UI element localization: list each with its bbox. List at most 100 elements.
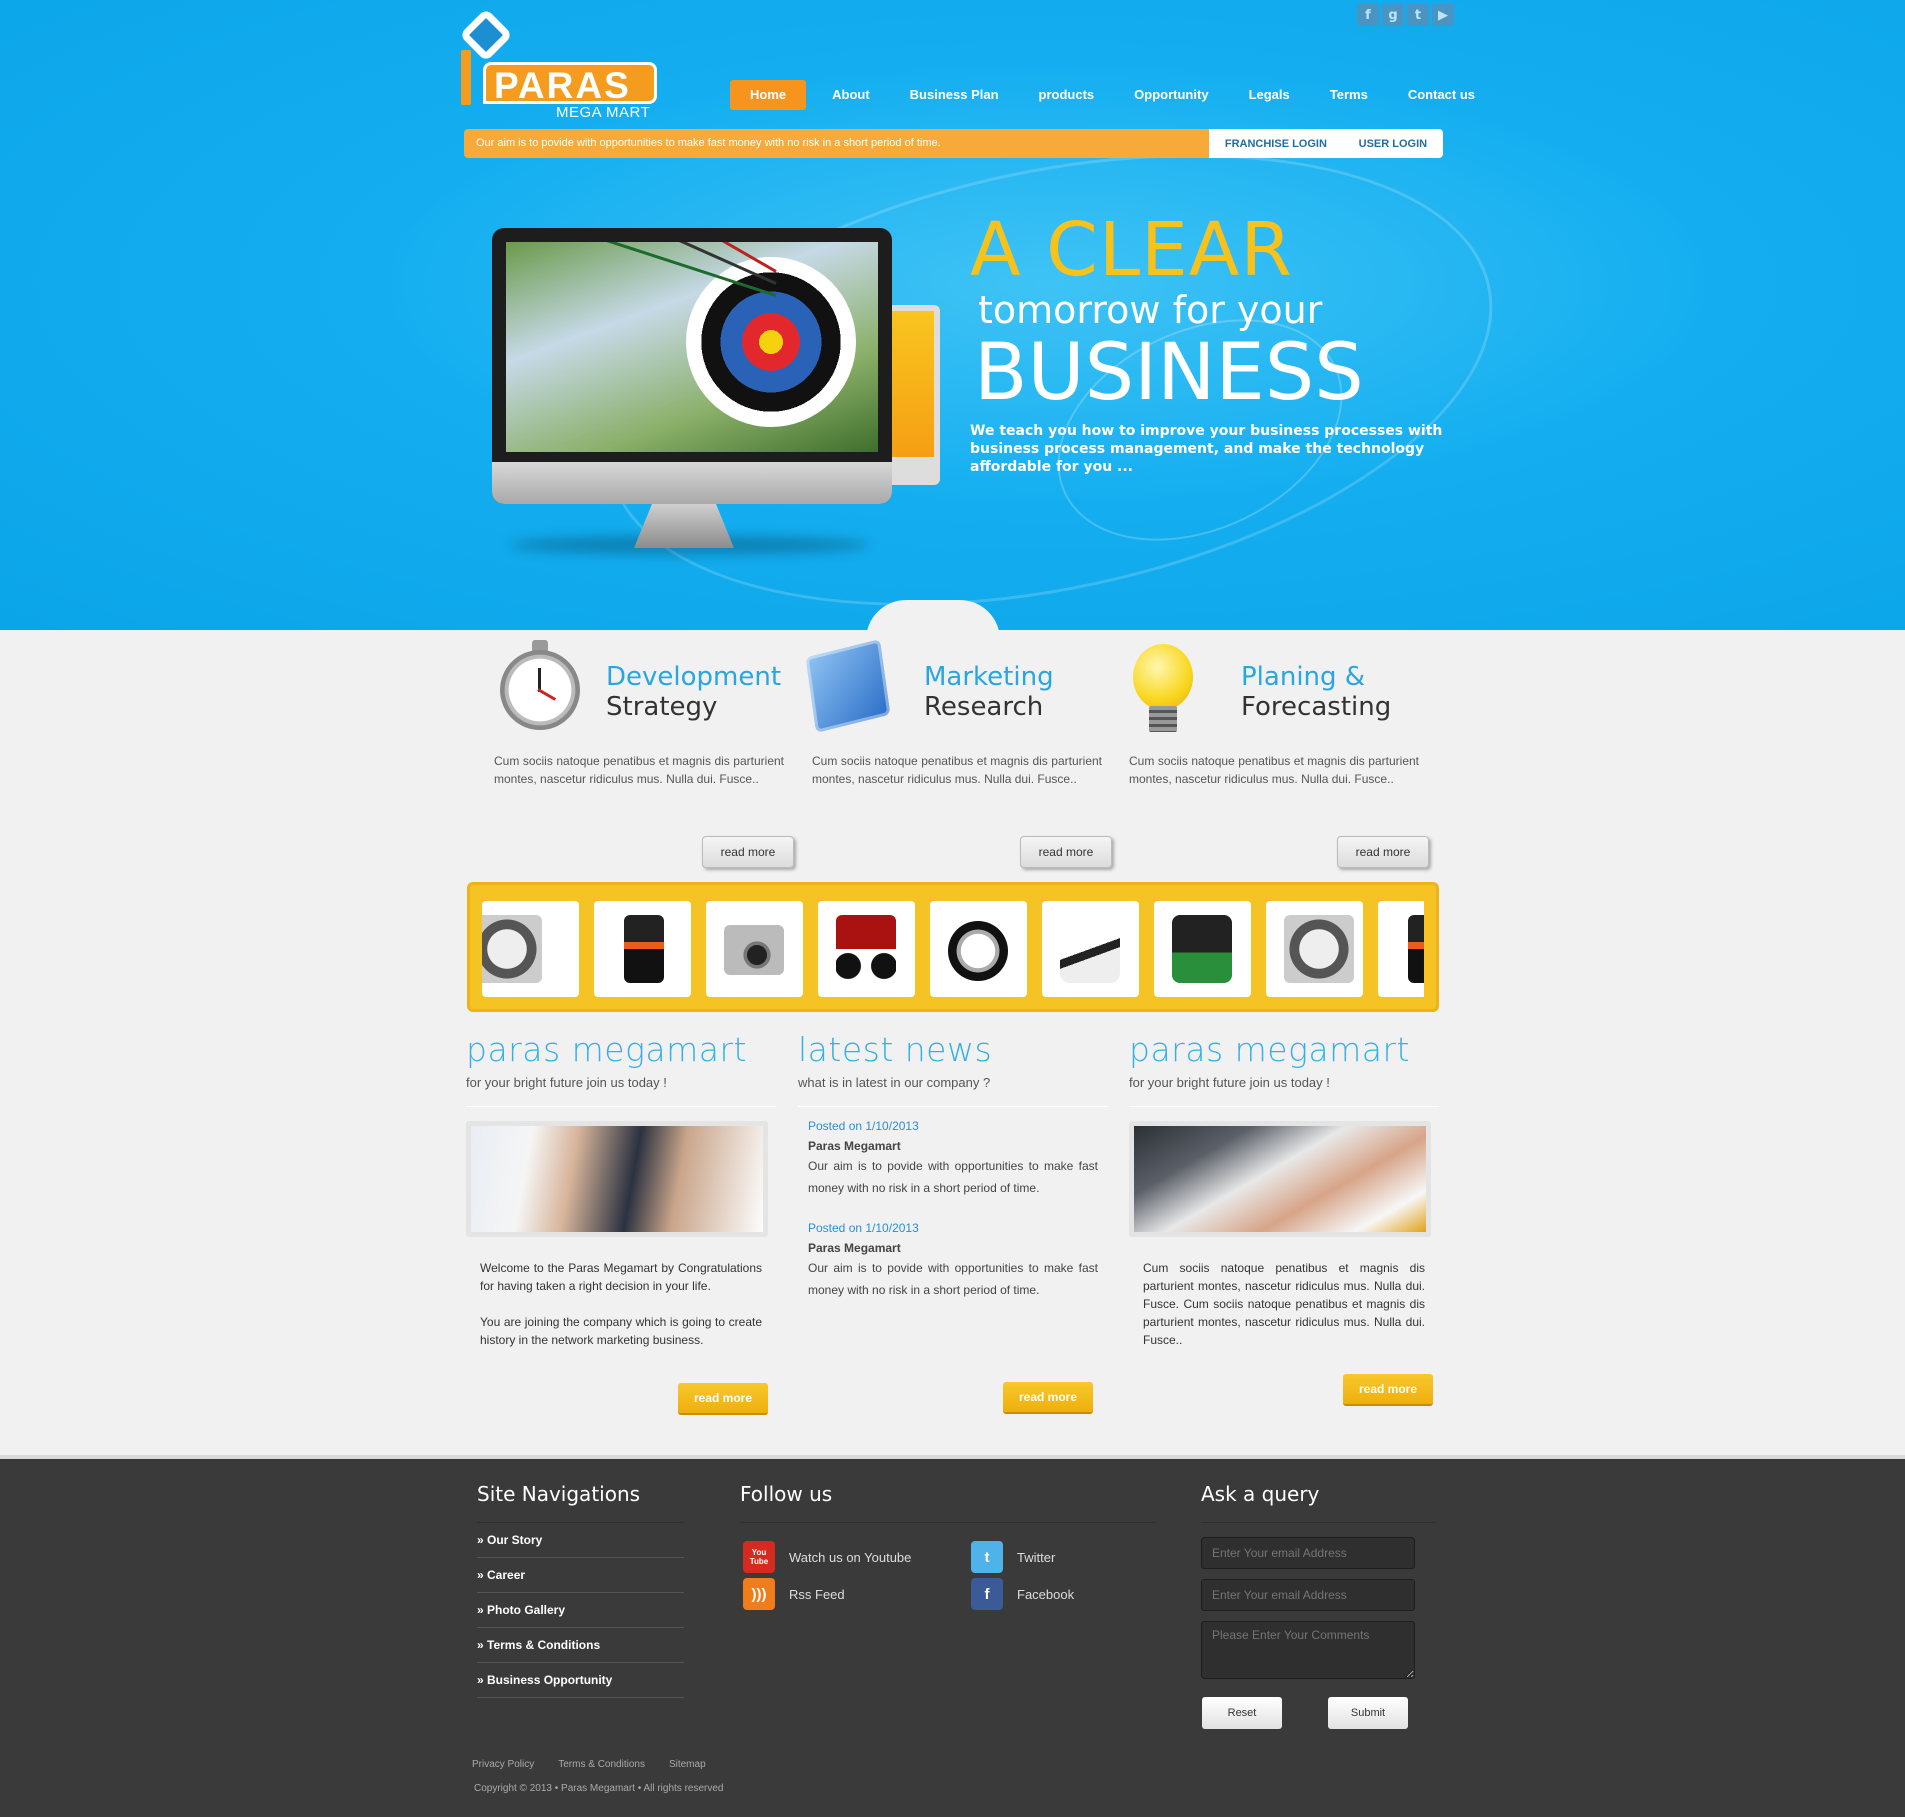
- feature-description: Cum sociis natoque penatibus et magnis d…: [812, 754, 1102, 786]
- news-list: Posted on 1/10/2013 Paras Megamart Our a…: [798, 1119, 1108, 1301]
- hero-line-2: tomorrow for your: [978, 288, 1323, 332]
- cube-icon: [798, 639, 891, 740]
- follow-label: Rss Feed: [789, 1586, 845, 1602]
- news-date[interactable]: Posted on 1/10/2013: [808, 1221, 1098, 1235]
- footer-nav-title: Site Navigations: [477, 1482, 641, 1506]
- read-more-button[interactable]: read more: [1337, 836, 1429, 868]
- footer-link-our-story[interactable]: » Our Story: [477, 1523, 684, 1558]
- footer-link-career[interactable]: » Career: [477, 1558, 684, 1593]
- target-image: [506, 242, 878, 452]
- stopwatch-icon: [480, 640, 580, 740]
- divider: [740, 1522, 1156, 1523]
- follow-facebook[interactable]: f Facebook: [971, 1578, 1074, 1610]
- google-icon[interactable]: g: [1382, 4, 1404, 26]
- logo[interactable]: PARAS MEGA MART: [459, 8, 661, 121]
- nav-opportunity[interactable]: Opportunity: [1114, 80, 1228, 110]
- user-login-link[interactable]: USER LOGIN: [1359, 138, 1427, 150]
- product-carousel: [467, 882, 1439, 1012]
- rss-icon: ))): [743, 1578, 775, 1610]
- feature-title: Marketing: [924, 662, 1054, 692]
- twitter-icon: t: [971, 1541, 1003, 1573]
- terms-link[interactable]: Terms & Conditions: [558, 1759, 645, 1770]
- roti-maker-icon[interactable]: [482, 901, 579, 997]
- feature-subtitle: Research: [924, 692, 1044, 722]
- news-author: Paras Megamart: [808, 1241, 901, 1255]
- lightbulb-icon: [1115, 640, 1207, 740]
- footer-link-photo-gallery[interactable]: » Photo Gallery: [477, 1593, 684, 1628]
- tumblr-icon[interactable]: t: [1407, 4, 1429, 26]
- follow-label: Twitter: [1017, 1549, 1056, 1565]
- read-more-button[interactable]: read more: [678, 1383, 768, 1415]
- follow-title: Follow us: [740, 1482, 833, 1506]
- email-field-2[interactable]: [1201, 1579, 1415, 1611]
- hero-line-1: A CLEAR: [970, 207, 1293, 293]
- column-text: Welcome to the Paras Megamart by Congrat…: [466, 1259, 776, 1349]
- divider: [1201, 1522, 1436, 1523]
- news-date[interactable]: Posted on 1/10/2013: [808, 1119, 1098, 1133]
- feature-subtitle: Forecasting: [1241, 692, 1392, 722]
- copyright: Copyright © 2013 • Paras Megamart • All …: [474, 1783, 724, 1794]
- roti-maker-icon[interactable]: [1266, 901, 1363, 997]
- column-right: paras megamart for your bright future jo…: [1129, 1030, 1439, 1349]
- submit-button[interactable]: Submit: [1328, 1697, 1408, 1729]
- footer-link-business-opportunity[interactable]: » Business Opportunity: [477, 1663, 684, 1698]
- column-text: Cum sociis natoque penatibus et magnis d…: [1129, 1259, 1439, 1349]
- nav-legals[interactable]: Legals: [1229, 80, 1310, 110]
- follow-label: Facebook: [1017, 1586, 1075, 1602]
- comments-field[interactable]: [1201, 1621, 1415, 1679]
- nav-terms[interactable]: Terms: [1310, 80, 1388, 110]
- feature-development: Development Strategy Cum sociis natoque …: [466, 640, 794, 880]
- column-subtitle: for your bright future join us today !: [466, 1075, 667, 1090]
- reset-button[interactable]: Reset: [1202, 1697, 1282, 1729]
- news-item: Posted on 1/10/2013 Paras Megamart Our a…: [808, 1119, 1098, 1199]
- tagline-bar: Our aim is to povide with opportunities …: [464, 129, 1443, 158]
- feature-title: Development: [606, 662, 782, 692]
- nav-about[interactable]: About: [812, 80, 890, 110]
- sitemap-link[interactable]: Sitemap: [669, 1759, 706, 1770]
- logo-bar: [461, 50, 471, 105]
- follow-twitter[interactable]: t Twitter: [971, 1541, 1055, 1573]
- franchise-login-link[interactable]: FRANCHISE LOGIN: [1225, 138, 1327, 150]
- nav-business-plan[interactable]: Business Plan: [890, 80, 1019, 110]
- youtube-icon[interactable]: ▶: [1432, 4, 1454, 26]
- privacy-policy-link[interactable]: Privacy Policy: [472, 1759, 534, 1770]
- feature-title: Planing &: [1241, 662, 1366, 692]
- column-subtitle: for your bright future join us today !: [1129, 1075, 1330, 1090]
- nav-home[interactable]: Home: [730, 80, 807, 110]
- energy-saver-icon[interactable]: [1154, 901, 1251, 997]
- hero-line-3: BUSINESS: [974, 328, 1364, 418]
- social-links-top: f g t ▶: [1357, 4, 1454, 26]
- column-title: latest news: [798, 1030, 993, 1069]
- monitor-chin: [492, 462, 892, 504]
- feature-planning: Planing & Forecasting Cum sociis natoque…: [1101, 640, 1429, 880]
- camera-icon[interactable]: [706, 901, 803, 997]
- logo-text: PARAS: [483, 62, 657, 106]
- follow-label: Watch us on Youtube: [789, 1549, 912, 1565]
- footer-link-terms[interactable]: » Terms & Conditions: [477, 1628, 684, 1663]
- follow-rss[interactable]: ))) Rss Feed: [743, 1578, 845, 1610]
- read-more-button[interactable]: read more: [702, 836, 794, 868]
- mobile-phone-icon[interactable]: [1378, 901, 1424, 997]
- news-item: Posted on 1/10/2013 Paras Megamart Our a…: [808, 1221, 1098, 1301]
- facebook-icon[interactable]: f: [1357, 4, 1379, 26]
- follow-youtube[interactable]: You Tube Watch us on Youtube: [743, 1541, 911, 1573]
- divider: [1129, 1106, 1439, 1107]
- column-title: paras megamart: [466, 1030, 747, 1069]
- news-body: Our aim is to povide with opportunities …: [808, 1159, 1098, 1195]
- sneaker-icon[interactable]: [1042, 901, 1139, 997]
- read-more-button[interactable]: read more: [1343, 1374, 1433, 1406]
- read-more-button[interactable]: read more: [1003, 1382, 1093, 1414]
- motorbike-icon[interactable]: [818, 901, 915, 997]
- logo-subtitle: MEGA MART: [556, 104, 651, 121]
- feature-marketing: Marketing Research Cum sociis natoque pe…: [784, 639, 1112, 880]
- footer-nav: » Our Story » Career » Photo Gallery » T…: [477, 1523, 684, 1698]
- nav-contact[interactable]: Contact us: [1388, 80, 1495, 110]
- divider: [798, 1106, 1108, 1107]
- news-body: Our aim is to povide with opportunities …: [808, 1261, 1098, 1297]
- wristwatch-icon[interactable]: [930, 901, 1027, 997]
- column-paragraph: Cum sociis natoque penatibus et magnis d…: [1143, 1261, 1425, 1347]
- nav-products[interactable]: products: [1019, 80, 1115, 110]
- email-field[interactable]: [1201, 1537, 1415, 1569]
- mobile-phone-icon[interactable]: [594, 901, 691, 997]
- read-more-button[interactable]: read more: [1020, 836, 1112, 868]
